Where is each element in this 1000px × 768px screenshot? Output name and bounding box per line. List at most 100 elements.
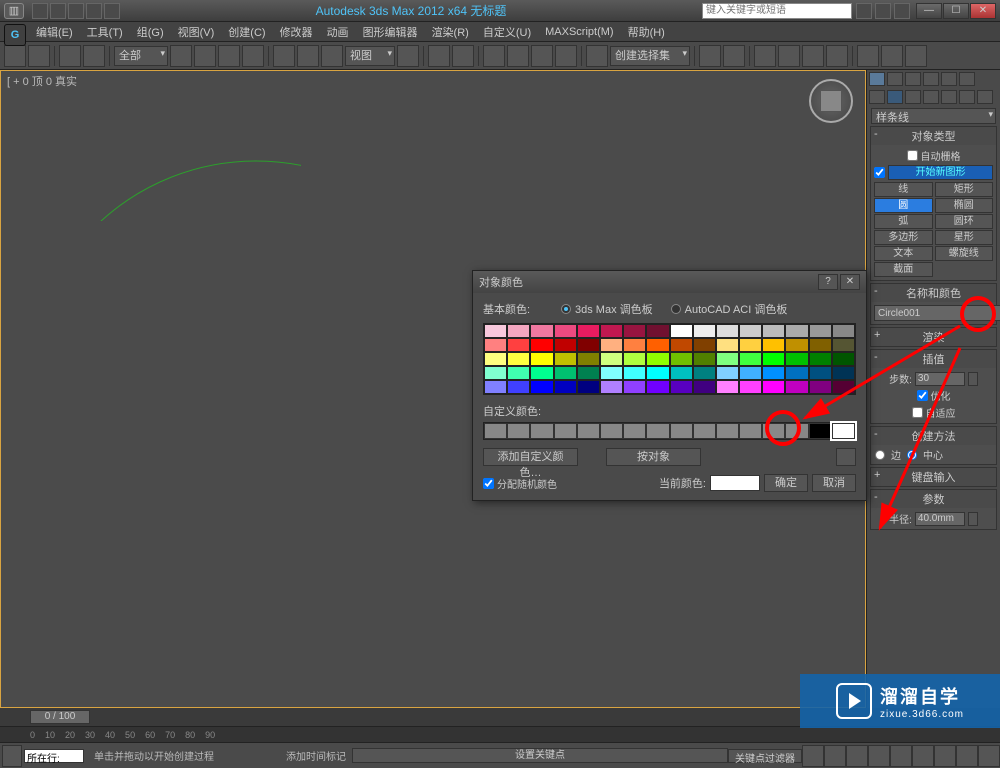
- color-swatch[interactable]: [670, 338, 693, 352]
- nav-zoom-icon[interactable]: [934, 745, 956, 767]
- color-swatch[interactable]: [832, 366, 855, 380]
- color-swatch[interactable]: [484, 366, 507, 380]
- display-tab-icon[interactable]: [941, 72, 957, 86]
- color-swatch[interactable]: [739, 324, 762, 338]
- rollout-title[interactable]: 名称和颜色: [906, 288, 961, 300]
- app-logo[interactable]: ▥: [4, 3, 24, 19]
- select-name-icon[interactable]: [194, 45, 216, 67]
- color-swatch[interactable]: [832, 338, 855, 352]
- link-icon[interactable]: [59, 45, 81, 67]
- color-swatch[interactable]: [530, 338, 553, 352]
- custom-color-swatch[interactable]: [507, 423, 530, 439]
- hierarchy-tab-icon[interactable]: [905, 72, 921, 86]
- color-swatch[interactable]: [785, 338, 808, 352]
- ok-button[interactable]: 确定: [764, 474, 808, 492]
- color-swatch[interactable]: [693, 324, 716, 338]
- color-swatch[interactable]: [484, 324, 507, 338]
- color-swatch[interactable]: [693, 366, 716, 380]
- custom-color-swatch[interactable]: [832, 423, 855, 439]
- time-slider-thumb[interactable]: 0 / 100: [30, 710, 90, 724]
- key-filters[interactable]: 关键点过滤器: [728, 749, 802, 763]
- scale-icon[interactable]: [321, 45, 343, 67]
- radius-input[interactable]: [915, 512, 965, 526]
- color-swatch[interactable]: [832, 380, 855, 394]
- color-swatch[interactable]: [484, 338, 507, 352]
- color-swatch[interactable]: [554, 380, 577, 394]
- lights-icon[interactable]: [905, 90, 921, 104]
- color-swatch[interactable]: [670, 366, 693, 380]
- qat-save-icon[interactable]: [68, 3, 84, 19]
- custom-color-swatch[interactable]: [623, 423, 646, 439]
- color-swatch[interactable]: [716, 366, 739, 380]
- custom-color-swatch[interactable]: [484, 423, 507, 439]
- color-swatch[interactable]: [646, 352, 669, 366]
- play-start-icon[interactable]: [802, 745, 824, 767]
- color-swatch[interactable]: [507, 324, 530, 338]
- color-swatch[interactable]: [646, 366, 669, 380]
- color-swatch[interactable]: [739, 338, 762, 352]
- geometry-icon[interactable]: [869, 90, 885, 104]
- color-swatch[interactable]: [670, 380, 693, 394]
- render-frame-icon[interactable]: [881, 45, 903, 67]
- color-swatch[interactable]: [507, 380, 530, 394]
- center-radio[interactable]: [907, 450, 917, 460]
- radius-spinner[interactable]: [968, 512, 978, 526]
- nav-max-icon[interactable]: [978, 745, 1000, 767]
- color-swatch[interactable]: [507, 366, 530, 380]
- qat-open-icon[interactable]: [50, 3, 66, 19]
- rollout-title[interactable]: 参数: [923, 494, 945, 506]
- color-swatch[interactable]: [600, 338, 623, 352]
- spinner-snap-icon[interactable]: [555, 45, 577, 67]
- palette-max-radio[interactable]: 3ds Max 调色板: [561, 301, 653, 317]
- btn-circle[interactable]: 圆: [874, 198, 933, 213]
- menu-rendering[interactable]: 渲染(R): [426, 22, 475, 42]
- custom-color-swatch[interactable]: [577, 423, 600, 439]
- adaptive-checkbox[interactable]: [912, 407, 923, 418]
- custom-color-swatch[interactable]: [716, 423, 739, 439]
- play-prev-icon[interactable]: [824, 745, 846, 767]
- add-time-tag[interactable]: 添加时间标记: [280, 748, 352, 763]
- named-selection-dropdown[interactable]: 创建选择集: [610, 46, 690, 66]
- color-swatch[interactable]: [739, 380, 762, 394]
- color-swatch[interactable]: [600, 324, 623, 338]
- color-swatch[interactable]: [809, 324, 832, 338]
- utilities-tab-icon[interactable]: [959, 72, 975, 86]
- menu-create[interactable]: 创建(C): [222, 22, 271, 42]
- color-swatch[interactable]: [577, 338, 600, 352]
- startnew-button[interactable]: 开始新图形: [888, 165, 993, 180]
- menu-group[interactable]: 组(G): [131, 22, 170, 42]
- mirror-icon[interactable]: [699, 45, 721, 67]
- color-swatch[interactable]: [670, 324, 693, 338]
- unlink-icon[interactable]: [83, 45, 105, 67]
- color-swatch[interactable]: [762, 366, 785, 380]
- color-swatch[interactable]: [623, 352, 646, 366]
- color-swatch[interactable]: [554, 366, 577, 380]
- color-swatch[interactable]: [716, 352, 739, 366]
- custom-color-swatch[interactable]: [600, 423, 623, 439]
- palette-aci-radio[interactable]: AutoCAD ACI 调色板: [671, 301, 788, 317]
- nav-pan-icon[interactable]: [912, 745, 934, 767]
- rollout-title[interactable]: 渲染: [923, 332, 945, 344]
- app-menu-button[interactable]: G: [4, 24, 26, 46]
- custom-color-swatch[interactable]: [670, 423, 693, 439]
- steps-input[interactable]: [915, 372, 965, 386]
- color-swatch[interactable]: [554, 352, 577, 366]
- color-swatch[interactable]: [762, 324, 785, 338]
- rollout-title[interactable]: 对象类型: [912, 131, 956, 143]
- color-swatch[interactable]: [554, 338, 577, 352]
- color-swatch[interactable]: [762, 352, 785, 366]
- custom-color-swatch[interactable]: [785, 423, 808, 439]
- undo-icon[interactable]: [4, 45, 26, 67]
- select-icon[interactable]: [170, 45, 192, 67]
- color-swatch[interactable]: [530, 380, 553, 394]
- color-swatch[interactable]: [762, 338, 785, 352]
- minimize-button[interactable]: —: [916, 3, 942, 19]
- rollout-title[interactable]: 键盘输入: [912, 472, 956, 484]
- color-swatch[interactable]: [809, 366, 832, 380]
- btn-ngon[interactable]: 多边形: [874, 230, 933, 245]
- align-icon[interactable]: [723, 45, 745, 67]
- snap-icon[interactable]: [483, 45, 505, 67]
- btn-rectangle[interactable]: 矩形: [935, 182, 994, 197]
- menu-help[interactable]: 帮助(H): [622, 22, 671, 42]
- color-swatch[interactable]: [716, 324, 739, 338]
